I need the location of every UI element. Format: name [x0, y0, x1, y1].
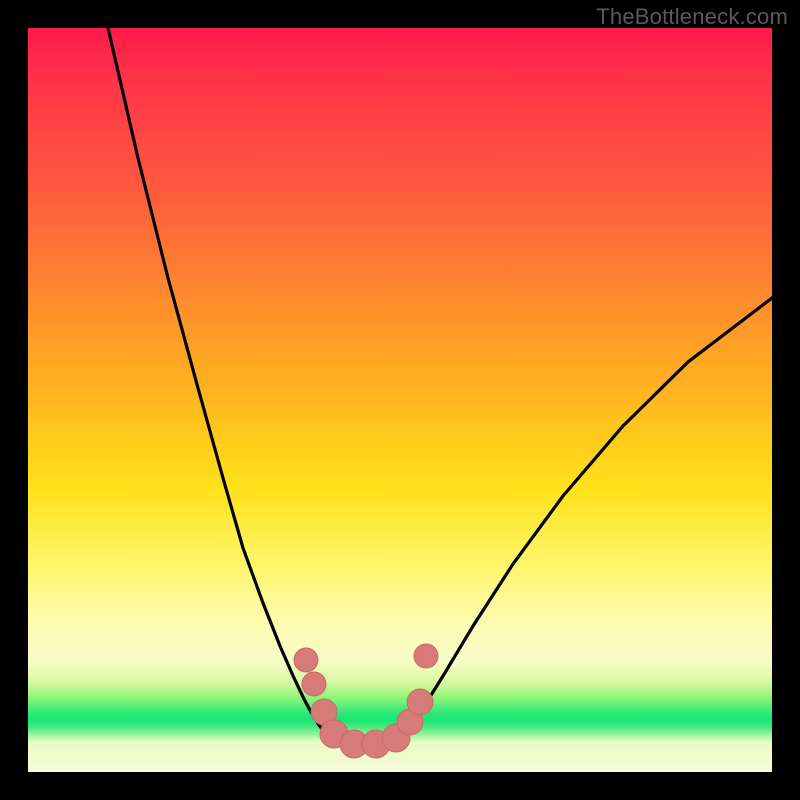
chart-frame: TheBottleneck.com	[0, 0, 800, 800]
curve-markers	[294, 644, 438, 758]
plot-area	[28, 28, 772, 772]
curve-marker	[407, 689, 433, 715]
bottleneck-curve	[28, 28, 772, 772]
watermark-text: TheBottleneck.com	[596, 4, 788, 30]
curve-marker	[302, 672, 326, 696]
curve-marker	[414, 644, 438, 668]
curve-marker	[294, 648, 318, 672]
